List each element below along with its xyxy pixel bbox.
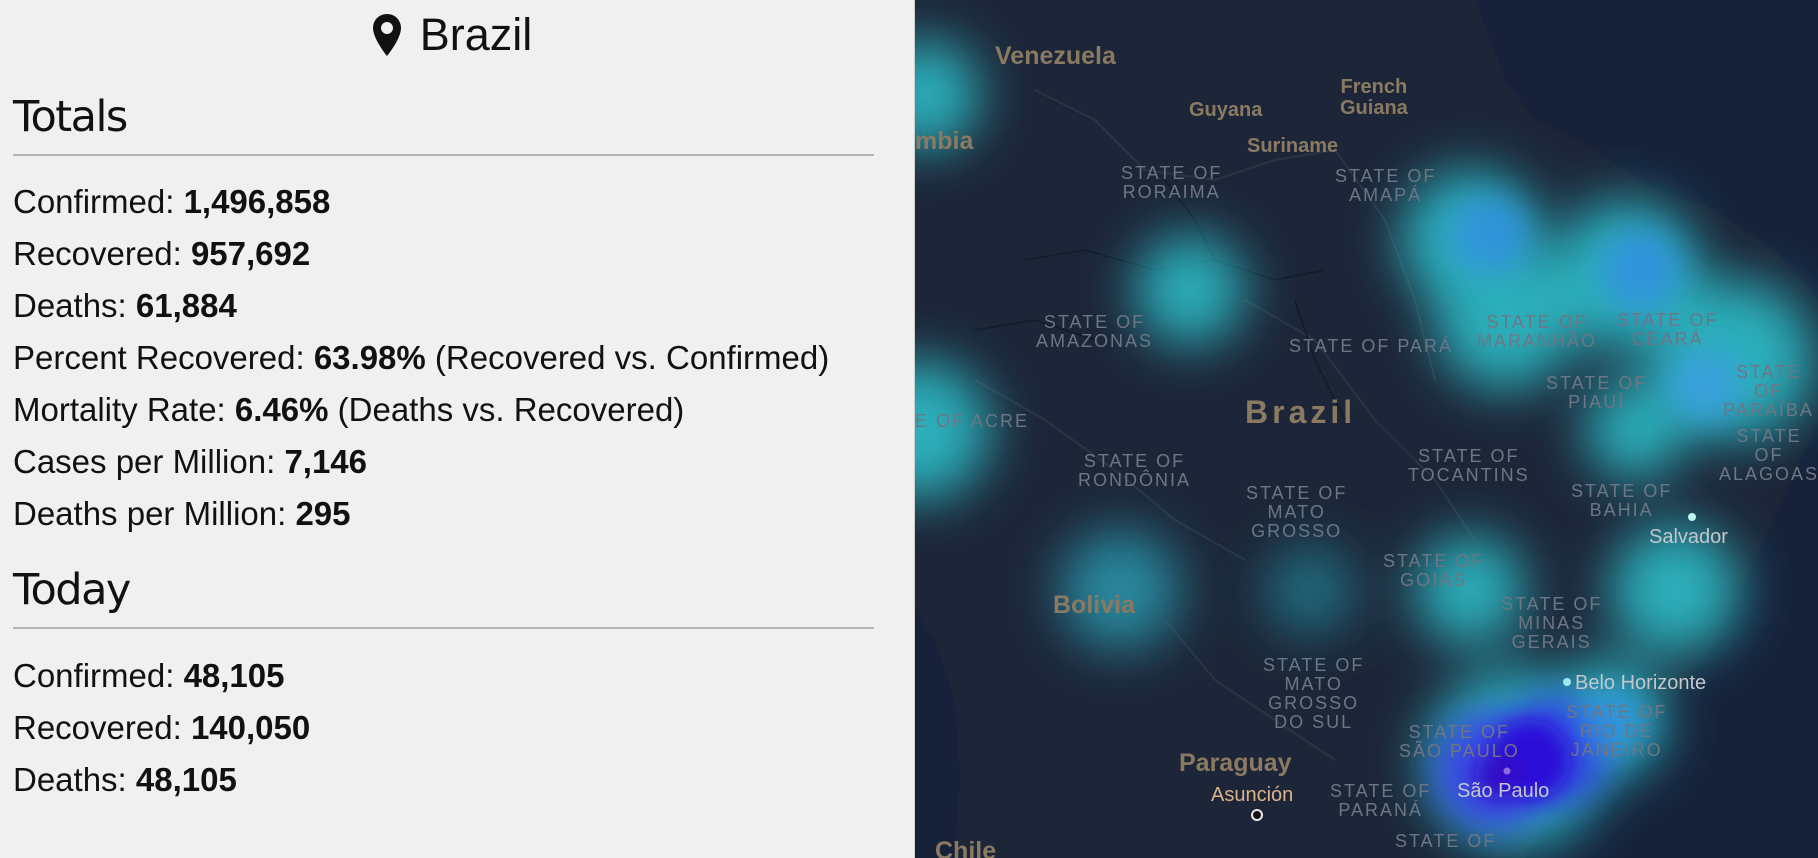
map-pin-icon [372, 14, 401, 56]
state-bahia-label: STATE OF BAHIA [1571, 481, 1673, 520]
asuncion-label: Asunción [1211, 784, 1294, 806]
state-santa-catarina-label: STATE OF [1395, 831, 1497, 851]
deaths-per-million-row: Deaths per Million: 295 [13, 495, 351, 532]
today-deaths-row: Deaths: 48,105 [13, 761, 237, 798]
state-paraiba-label: STATE OF PARAÍBA [1723, 362, 1814, 420]
country-name: Brazil [419, 9, 533, 60]
percent-recovered-value: 63.98% [313, 339, 426, 376]
cases-per-million-value: 7,146 [284, 443, 368, 480]
belo-horizonte-marker[interactable] [1563, 678, 1571, 686]
totals-divider [13, 154, 874, 156]
state-roraima-label: STATE OF RORAIMA [1121, 163, 1223, 202]
chile-label: Chile [935, 837, 997, 858]
brazil-label: Brazil [1245, 394, 1357, 430]
paraguay-label: Paraguay [1179, 749, 1292, 777]
state-para-label: STATE OF PARÁ [1289, 336, 1454, 356]
state-mato-grosso-label: STATE OF MATO GROSSO [1246, 483, 1348, 541]
state-amazonas-label: STATE OF AMAZONAS [1036, 312, 1154, 351]
totals-list: Confirmed: 1,496,858 Recovered: 957,692 … [13, 176, 829, 540]
today-confirmed-value: 48,105 [183, 657, 285, 694]
state-parana-label: STATE OF PARANÁ [1330, 781, 1432, 820]
total-deaths-row: Deaths: 61,884 [13, 287, 237, 324]
total-deaths-value: 61,884 [135, 287, 237, 324]
today-recovered-value: 140,050 [190, 709, 311, 746]
cases-per-million-row: Cases per Million: 7,146 [13, 443, 368, 480]
suriname-label: Suriname [1247, 135, 1339, 157]
state-acre-label: E OF ACRE [915, 411, 1030, 431]
state-tocantins-label: STATE OF TOCANTINS [1408, 446, 1530, 485]
state-rondonia-label: STATE OF RONDÔNIA [1078, 451, 1192, 490]
venezuela-label: Venezuela [995, 42, 1116, 70]
state-sao-paulo-label: STATE OF SÃO PAULO [1399, 722, 1520, 761]
today-deaths-value: 48,105 [135, 761, 237, 798]
state-piaui-label: STATE OF PIAUÍ [1546, 373, 1648, 412]
totals-heading: Totals [13, 92, 128, 142]
total-confirmed-value: 1,496,858 [183, 183, 331, 220]
state-mato-grosso-do-sul-label: STATE OF MATO GROSSO DO SUL [1263, 655, 1365, 732]
total-recovered-value: 957,692 [190, 235, 311, 272]
today-recovered-row: Recovered: 140,050 [13, 709, 311, 746]
belo-horizonte-label: Belo Horizonte [1575, 672, 1707, 694]
app: Brazil Totals Confirmed: 1,496,858 Recov… [0, 0, 1818, 858]
heatmap-map[interactable]: Venezuela mbia Guyana French Guiana Suri… [914, 0, 1818, 858]
french-guiana-label: French Guiana [1340, 76, 1408, 119]
guyana-label: Guyana [1189, 99, 1263, 121]
state-goias-label: STATE OF GOIÁS [1383, 551, 1485, 590]
total-recovered-row: Recovered: 957,692 [13, 235, 311, 272]
state-maranhao-label: STATE OF MARANHÃO [1477, 312, 1598, 351]
state-alagoas-label: STATE OF ALAGOAS [1719, 426, 1818, 484]
salvador-label: Salvador [1649, 526, 1728, 548]
mortality-rate-value: 6.46% [234, 391, 329, 428]
sao-paulo-label: São Paulo [1457, 780, 1550, 802]
sao-paulo-marker[interactable] [1503, 767, 1511, 775]
country-header: Brazil [0, 6, 904, 64]
asuncion-marker[interactable] [1251, 809, 1263, 821]
colombia-label: mbia [915, 127, 974, 155]
today-confirmed-row: Confirmed: 48,105 [13, 657, 285, 694]
today-heading: Today [13, 565, 131, 615]
state-ceara-label: STATE OF CEARÁ [1617, 310, 1719, 349]
today-divider [13, 627, 874, 629]
salvador-marker[interactable] [1688, 513, 1696, 521]
total-confirmed-row: Confirmed: 1,496,858 [13, 183, 331, 220]
today-list: Confirmed: 48,105 Recovered: 140,050 Dea… [13, 650, 310, 806]
state-amapa-label: STATE OF AMAPÁ [1335, 166, 1437, 205]
map-canvas[interactable] [915, 0, 1818, 858]
state-rio-de-janeiro-label: STATE OF RIO DE JANEIRO [1566, 702, 1668, 760]
deaths-per-million-value: 295 [295, 495, 351, 532]
stats-panel: Brazil Totals Confirmed: 1,496,858 Recov… [0, 0, 914, 858]
percent-recovered-row: Percent Recovered: 63.98% (Recovered vs.… [13, 339, 830, 376]
state-minas-gerais-label: STATE OF MINAS GERAIS [1501, 594, 1603, 652]
mortality-rate-row: Mortality Rate: 6.46% (Deaths vs. Recove… [13, 391, 685, 428]
bolivia-label: Bolivia [1053, 591, 1135, 619]
